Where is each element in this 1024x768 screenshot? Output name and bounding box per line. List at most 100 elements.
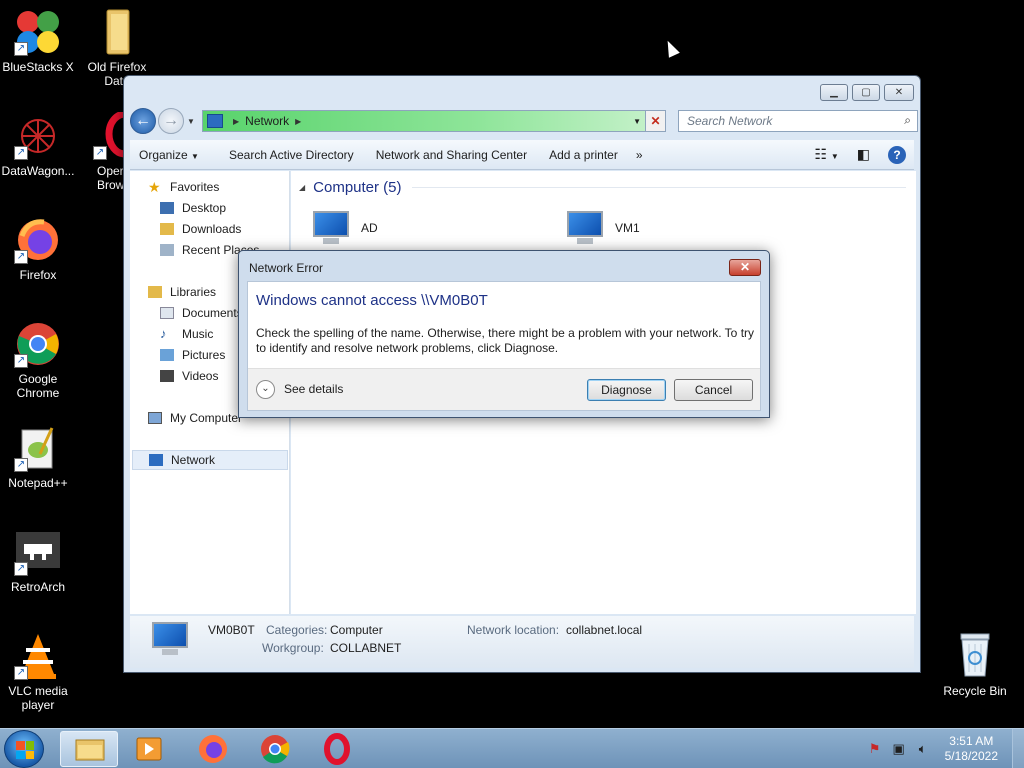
computer-icon — [563, 211, 607, 245]
chevron-down-icon[interactable]: ⌄ — [256, 380, 275, 399]
pictures-icon — [160, 349, 174, 361]
details-name: VM0B0T — [208, 623, 255, 637]
desktop-icon-opera[interactable]: ↗ Opera Browser — [79, 112, 123, 192]
computer-name: VM1 — [615, 221, 640, 235]
stop-icon[interactable]: ✕ — [645, 111, 665, 131]
desktop-icon-label: BlueStacks X — [2, 60, 74, 74]
search-placeholder: Search Network — [687, 114, 773, 128]
chevron-right-icon[interactable]: ▶ — [295, 117, 301, 126]
desktop-icon-recycle-bin[interactable]: Recycle Bin — [937, 632, 1013, 698]
show-desktop-button[interactable] — [1012, 729, 1024, 768]
desktop-icon-datawagon[interactable]: ↗ DataWagon... — [0, 112, 76, 178]
preview-pane-icon[interactable]: ◧ — [857, 146, 870, 163]
volume-icon[interactable]: 🔈︎ — [915, 741, 931, 757]
computer-item-ad[interactable]: AD — [309, 211, 378, 245]
media-player-icon — [136, 737, 162, 761]
network-status-icon[interactable]: ▣ — [891, 741, 907, 757]
desktop-icon-vlc[interactable]: ↗ VLC media player — [0, 632, 76, 712]
computer-name: AD — [361, 221, 378, 235]
network-icon — [149, 454, 163, 466]
nav-label: Desktop — [182, 201, 227, 215]
help-icon[interactable]: ? — [888, 145, 906, 164]
dialog-body: Windows cannot access \\VM0B0T Check the… — [247, 281, 761, 411]
clock-time: 3:51 AM — [949, 734, 994, 748]
desktop-icon-label: Firefox — [19, 268, 57, 282]
start-button[interactable] — [4, 730, 44, 768]
navigation-bar: ← → ▼ ▶ Network ▶ ▼ ✕ Search Network ⌕ — [130, 107, 918, 135]
datawagon-icon: ↗ — [14, 112, 62, 160]
opera-icon — [324, 733, 350, 765]
maximize-button[interactable]: ▢ — [852, 84, 880, 101]
address-dropdown-icon[interactable]: ▼ — [633, 117, 641, 126]
desktop-icon-label: RetroArch — [10, 580, 66, 594]
minimize-button[interactable]: ▁ — [820, 84, 848, 101]
back-button[interactable]: ← — [130, 108, 156, 134]
nav-label: Downloads — [182, 222, 242, 236]
desktop-icon-chrome[interactable]: ↗ Google Chrome — [0, 320, 76, 400]
desktop-icon-bluestacks[interactable]: ↗ BlueStacks X — [0, 8, 76, 74]
group-header-computer[interactable]: ◢ Computer (5) — [299, 179, 906, 196]
search-active-directory-button[interactable]: Search Active Directory — [220, 148, 363, 162]
taskbar-firefox-button[interactable] — [184, 731, 242, 767]
network-error-dialog: Network Error ✕ Windows cannot access \\… — [238, 250, 770, 418]
nav-label: Network — [171, 453, 216, 467]
downloads-icon — [160, 223, 174, 235]
nav-item-favorites[interactable]: ★ Favorites — [148, 177, 308, 197]
network-location-value: collabnet.local — [566, 623, 643, 637]
clock[interactable]: 3:51 AM 5/18/2022 — [945, 734, 998, 764]
nav-label: Music — [182, 327, 214, 341]
libraries-icon — [148, 286, 162, 298]
taskbar-chrome-button[interactable] — [246, 731, 304, 767]
firefox-icon — [199, 735, 227, 763]
chrome-icon — [261, 735, 290, 764]
cancel-button[interactable]: Cancel — [674, 379, 753, 401]
vlc-icon: ↗ — [14, 632, 62, 680]
group-title: Computer (5) — [313, 179, 402, 196]
desktop-icon-label: Notepad++ — [8, 476, 68, 490]
see-details-toggle[interactable]: See details — [284, 382, 343, 396]
desktop-icon-notepadpp[interactable]: ↗ Notepad++ — [0, 424, 76, 490]
command-bar: Organize ▼ Search Active Directory Netwo… — [130, 140, 914, 170]
folder-icon — [93, 8, 141, 56]
nav-item-network[interactable]: Network — [132, 450, 288, 470]
videos-icon — [160, 370, 174, 382]
computer-item-vm1[interactable]: VM1 — [563, 211, 640, 245]
desktop-icon-firefox[interactable]: ↗ Firefox — [0, 216, 76, 282]
action-center-flag-icon[interactable]: ⚑ — [867, 741, 883, 757]
search-input[interactable]: Search Network ⌕ — [678, 110, 918, 132]
search-icon[interactable]: ⌕ — [904, 113, 911, 128]
close-window-button[interactable]: ✕ — [884, 84, 914, 101]
collapse-triangle-icon[interactable]: ◢ — [299, 183, 305, 192]
organize-button[interactable]: Organize ▼ — [130, 148, 208, 162]
windows-logo-icon — [16, 741, 34, 759]
system-tray: ⚑ ▣ 🔈︎ 3:51 AM 5/18/2022 — [867, 729, 1024, 768]
more-commands-button[interactable]: » — [627, 148, 652, 162]
nav-label: Videos — [182, 369, 219, 383]
recent-places-icon — [160, 244, 174, 256]
change-view-icon[interactable]: ☷ ▼ — [814, 146, 838, 163]
forward-button[interactable]: → — [158, 108, 184, 134]
window-controls: ▁ ▢ ✕ — [820, 84, 914, 101]
recent-pages-dropdown[interactable]: ▼ — [187, 117, 195, 126]
categories-label: Categories: — [266, 623, 328, 637]
computer-icon — [309, 211, 353, 245]
diagnose-button[interactable]: Diagnose — [587, 379, 666, 401]
categories-value: Computer — [330, 623, 383, 637]
address-bar[interactable]: ▶ Network ▶ ▼ ✕ — [202, 110, 666, 132]
desktop-icon — [160, 202, 174, 214]
dialog-footer: ⌄ See details Diagnose Cancel — [248, 368, 760, 410]
bluestacks-icon: ↗ — [14, 8, 62, 56]
organize-label: Organize — [139, 147, 188, 162]
dialog-title: Network Error — [249, 261, 324, 275]
network-sharing-center-button[interactable]: Network and Sharing Center — [367, 148, 536, 162]
close-dialog-button[interactable]: ✕ — [729, 259, 761, 276]
add-printer-button[interactable]: Add a printer — [540, 148, 627, 162]
taskbar-explorer-button[interactable] — [60, 731, 118, 767]
nav-label: Documents — [182, 306, 243, 320]
details-pane: VM0B0T Categories: Computer Workgroup: C… — [130, 616, 914, 668]
desktop-icon-retroarch[interactable]: ↗ RetroArch — [0, 528, 76, 594]
taskbar-media-player-button[interactable] — [120, 731, 178, 767]
breadcrumb-network[interactable]: Network — [245, 114, 289, 128]
chevron-right-icon[interactable]: ▶ — [233, 117, 239, 126]
taskbar-opera-button[interactable] — [308, 731, 366, 767]
